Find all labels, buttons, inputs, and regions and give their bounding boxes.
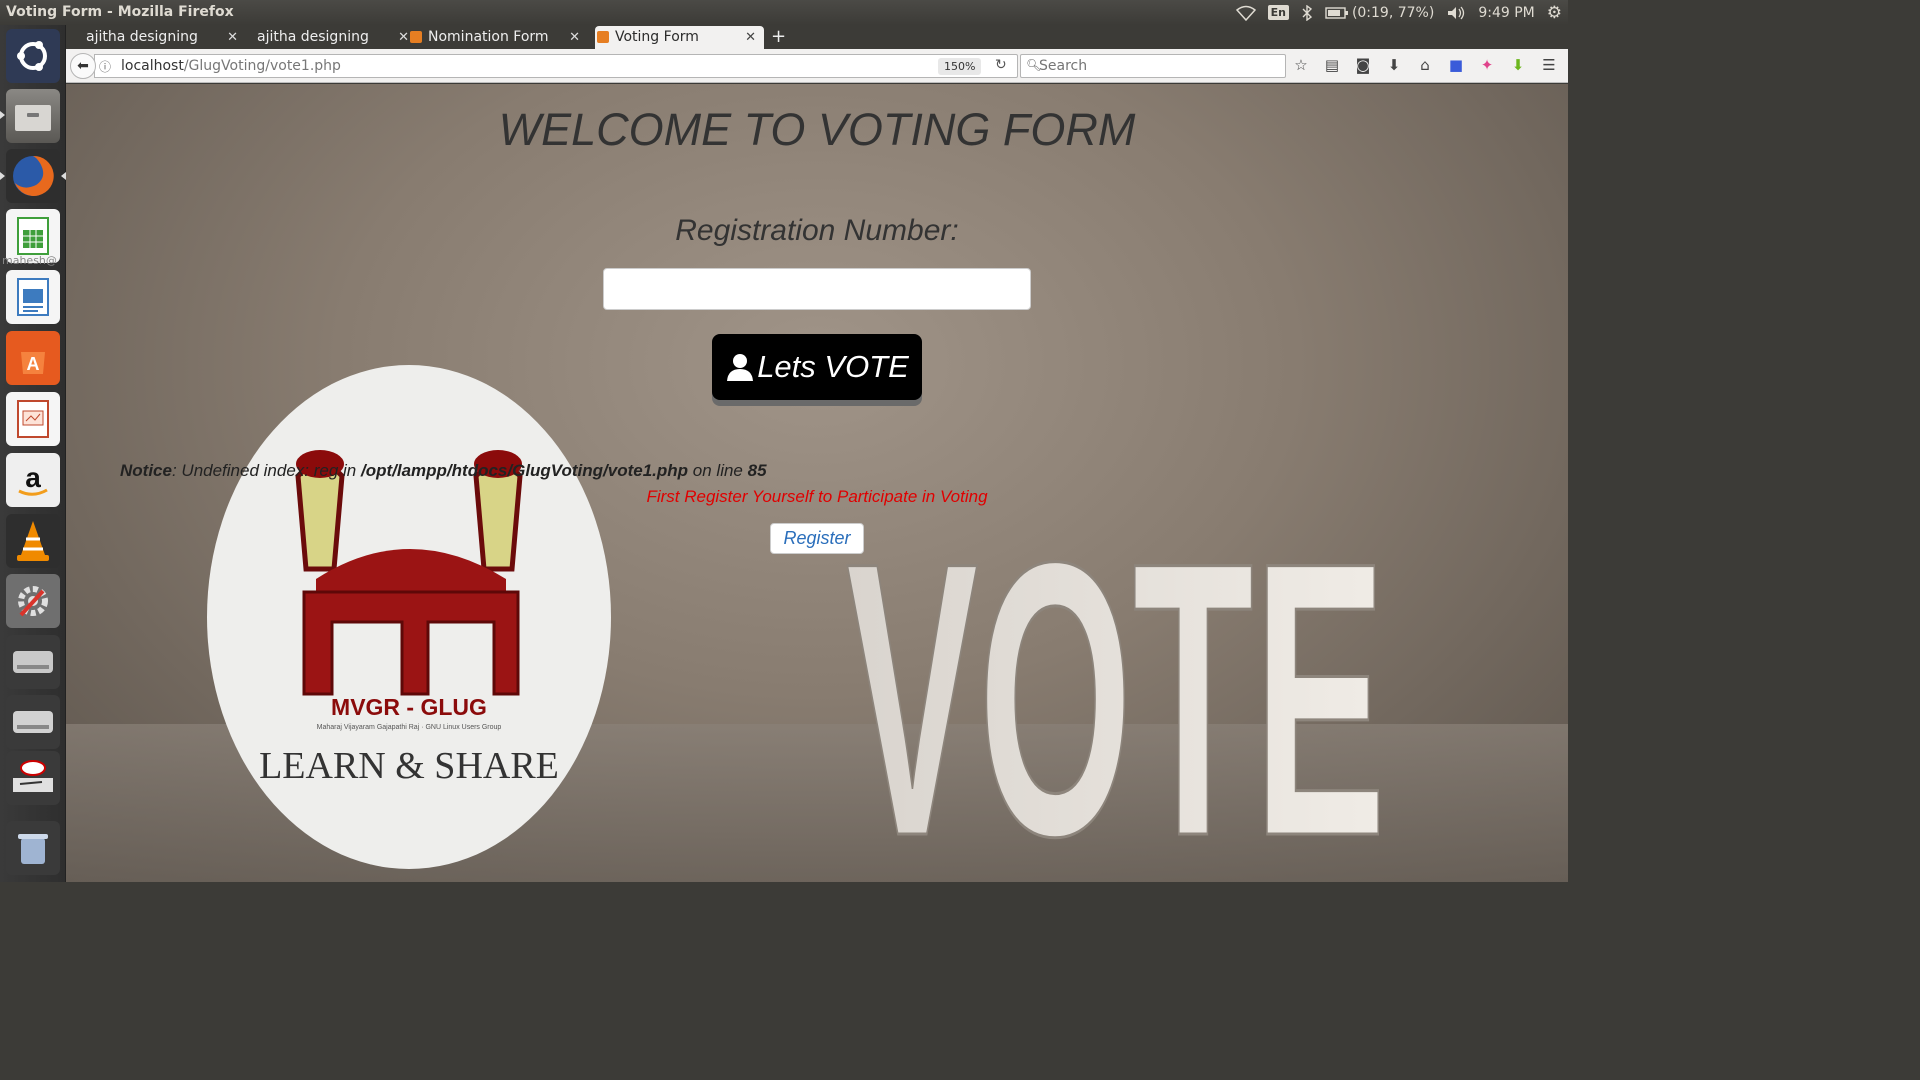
home-icon[interactable]: ⌂ — [1416, 55, 1434, 75]
close-tab-icon[interactable]: ✕ — [745, 26, 756, 49]
page-title: WELCOME TO VOTING FORM — [498, 104, 1136, 155]
lets-vote-label: Lets VOTE — [757, 349, 909, 384]
back-arrow-icon: ⬅ — [77, 58, 89, 74]
logo-title: MVGR - GLUG — [331, 694, 487, 720]
pocket-icon[interactable]: ◙ — [1354, 55, 1372, 75]
tab-label: Nomination Form — [428, 29, 549, 45]
tab-ajitha-designing-2[interactable]: ajitha designing ✕ — [237, 26, 417, 49]
amazon-icon[interactable]: a — [6, 453, 60, 507]
mvgr-glug-logo: MVGR - GLUG Maharaj Vijayaram Gajapathi … — [206, 364, 612, 870]
back-button[interactable]: ⬅ — [70, 53, 96, 79]
software-center-icon[interactable]: A — [6, 331, 60, 385]
registration-label: Registration Number: — [675, 214, 959, 247]
reload-icon[interactable]: ↻ — [995, 57, 1007, 73]
url-text: localhost/GlugVoting/vote1.php — [121, 58, 341, 74]
info-icon[interactable]: ⓘ — [99, 58, 111, 75]
xampp-favicon-icon — [410, 31, 422, 43]
wifi-icon[interactable] — [1235, 5, 1256, 21]
battery-indicator[interactable]: (0:19, 77%) — [1325, 5, 1434, 21]
trash-icon[interactable] — [6, 821, 60, 875]
extension-colorful-icon[interactable]: ✦ — [1478, 55, 1496, 75]
registration-number-input[interactable] — [603, 268, 1031, 310]
url-path: /GlugVoting/vote1.php — [183, 58, 341, 74]
bluetooth-icon[interactable] — [1301, 4, 1313, 21]
logo-tagline: LEARN & SHARE — [259, 745, 559, 787]
writer-icon[interactable] — [6, 270, 60, 324]
page-content: VOTE WELCOME TO VOTING FORM Registration… — [66, 84, 1568, 882]
reading-list-icon[interactable]: ▤ — [1323, 55, 1341, 75]
tab-label: ajitha designing — [257, 29, 369, 45]
user-icon — [727, 354, 754, 381]
zoom-indicator[interactable]: 150% — [938, 58, 982, 75]
close-tab-icon[interactable]: ✕ — [569, 26, 580, 49]
settings-icon[interactable] — [6, 574, 60, 628]
svg-text:a: a — [25, 462, 41, 493]
url-bar[interactable]: ⓘ localhost/GlugVoting/vote1.php 150% ↻ — [94, 54, 1018, 78]
svg-text:A: A — [27, 354, 40, 374]
error-message: First Register Yourself to Participate i… — [646, 487, 988, 506]
tab-label: Voting Form — [615, 29, 699, 45]
window-title: Voting Form - Mozilla Firefox — [6, 4, 234, 20]
xampp-favicon-icon — [597, 31, 609, 43]
system-tray: En (0:19, 77%) 9:49 PM ⚙ — [1235, 0, 1568, 25]
tab-voting-form[interactable]: Voting Form ✕ — [595, 26, 764, 49]
tab-ajitha-designing-1[interactable]: ajitha designing ✕ — [66, 26, 246, 49]
disk-icon[interactable] — [6, 635, 60, 689]
lets-vote-button[interactable]: Lets VOTE — [712, 334, 922, 400]
firefox-icon[interactable] — [6, 149, 60, 203]
keyboard-language-indicator[interactable]: En — [1267, 5, 1289, 20]
navigation-bar: ⓘ localhost/GlugVoting/vote1.php 150% ↻ … — [66, 49, 1568, 83]
scanner-icon[interactable] — [6, 751, 60, 805]
new-tab-icon[interactable]: + — [771, 25, 786, 49]
search-bar[interactable]: 🔍︎ — [1020, 54, 1286, 78]
launcher-user-text: mahesh@ — [2, 254, 57, 267]
tab-bar: ajitha designing ✕ ajitha designing ✕ No… — [66, 25, 1568, 49]
launcher: mahesh@ A a — [0, 25, 66, 882]
vote-background-word: VOTE — [846, 481, 1386, 874]
toolbar-icons: ☆ ▤ ◙ ⬇ ⌂ ■ ✦ ⬇ ☰ — [1292, 55, 1558, 75]
battery-icon — [1325, 6, 1348, 19]
gear-icon[interactable]: ⚙ — [1547, 3, 1562, 23]
notice-online: on line — [688, 461, 748, 480]
url-host: localhost — [121, 58, 184, 74]
files-icon[interactable] — [6, 89, 60, 143]
volume-icon[interactable] — [1446, 5, 1466, 21]
extension-blue-icon[interactable]: ■ — [1447, 55, 1465, 75]
register-button[interactable]: Register — [770, 523, 864, 554]
impress-icon[interactable] — [6, 392, 60, 446]
notice-path: /opt/lampp/htdocs/GlugVoting/vote1.php — [360, 461, 689, 480]
menu-icon[interactable]: ☰ — [1540, 55, 1558, 75]
download-icon[interactable]: ⬇ — [1385, 55, 1403, 75]
top-panel: Voting Form - Mozilla Firefox En (0:19, … — [0, 0, 1568, 25]
extension-green-download-icon[interactable]: ⬇ — [1509, 55, 1527, 75]
bookmark-star-icon[interactable]: ☆ — [1292, 55, 1310, 75]
notice-line: 85 — [747, 461, 767, 480]
logo-graphic — [207, 365, 611, 869]
vote-background-image: VOTE — [845, 480, 1387, 875]
clock[interactable]: 9:49 PM — [1478, 5, 1534, 21]
disk-icon-2[interactable] — [6, 695, 60, 749]
php-notice: Notice: Undefined index: reg in /opt/lam… — [120, 461, 767, 481]
running-indicator — [0, 172, 5, 180]
search-input[interactable] — [1039, 57, 1279, 75]
notice-text: : Undefined index: reg in — [171, 461, 361, 480]
notice-prefix: Notice — [120, 461, 172, 480]
battery-text: (0:19, 77%) — [1351, 4, 1435, 21]
vlc-icon[interactable] — [6, 514, 60, 568]
logo-subtitle: Maharaj Vijayaram Gajapathi Raj · GNU Li… — [316, 724, 502, 731]
running-indicator — [0, 111, 5, 119]
tab-label: ajitha designing — [86, 29, 198, 45]
ubuntu-dash-icon[interactable] — [6, 29, 60, 83]
tab-nomination-form[interactable]: Nomination Form ✕ — [408, 26, 588, 49]
